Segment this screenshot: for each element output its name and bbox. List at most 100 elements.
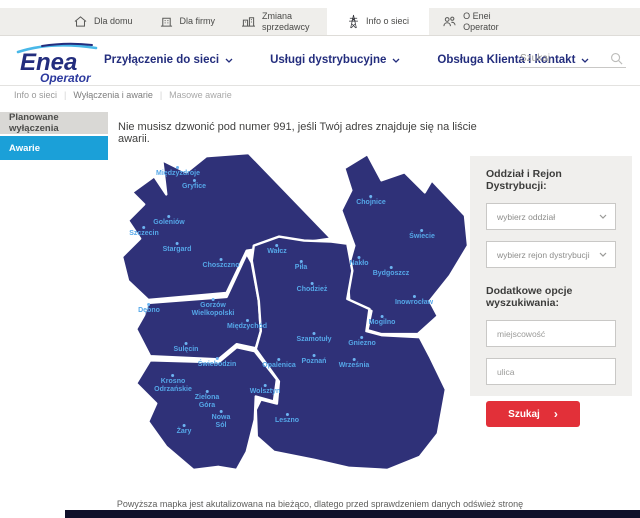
map-city-dot bbox=[312, 354, 315, 357]
map-city-dot bbox=[278, 358, 281, 361]
map-city-name: Świebodzin bbox=[198, 361, 237, 369]
map-city-label: Bydgoszcz bbox=[373, 266, 410, 278]
map-city-dot bbox=[390, 266, 393, 269]
sidebar-item-label: Awarie bbox=[9, 143, 40, 154]
map-city-name: Września bbox=[339, 362, 370, 370]
map-city-name: Szczecin bbox=[129, 230, 159, 238]
map-city-label: Mogilno bbox=[369, 315, 396, 327]
map-city-dot bbox=[413, 295, 416, 298]
map-city-dot bbox=[352, 358, 355, 361]
map-city-name: Bydgoszcz bbox=[373, 270, 410, 278]
map-city-name: Świecie bbox=[409, 233, 435, 241]
map-city-label: Poznań bbox=[302, 354, 327, 366]
select-oddzial-value: wybierz oddział bbox=[497, 212, 555, 222]
notice-text: Nie musisz dzwonić pod numer 991, jeśli … bbox=[118, 121, 478, 145]
map-city-label: Świebodzin bbox=[198, 357, 237, 369]
map-city-name: Opalenica bbox=[262, 362, 295, 370]
nav-label: Przyłączenie do sieci bbox=[104, 54, 219, 66]
search-icon[interactable] bbox=[610, 52, 623, 65]
outage-map: MiędzyzdrojeGryficeGoleniówSzczecinStarg… bbox=[118, 150, 470, 472]
select-rejon-value: wybierz rejon dystrybucji bbox=[497, 250, 590, 260]
map-city-dot bbox=[275, 244, 278, 247]
map-city-dot bbox=[142, 226, 145, 229]
map-city-dot bbox=[380, 315, 383, 318]
map-city-label: Dębno bbox=[138, 303, 160, 315]
pylon-icon bbox=[347, 14, 360, 29]
page: Dla domu Dla firmy Zmiana sprzedawcy Inf… bbox=[0, 0, 640, 518]
map-city-name: Piła bbox=[295, 264, 307, 272]
szukaj-button[interactable]: Szukaj › bbox=[486, 401, 580, 427]
map-city-dot bbox=[211, 298, 214, 301]
nav-uslugi[interactable]: Usługi dystrybucyjne bbox=[270, 54, 400, 66]
chevron-down-icon bbox=[599, 214, 607, 219]
map-city-name: Choszczno bbox=[203, 262, 240, 270]
tab-zmiana-sprzedawcy[interactable]: Zmiana sprzedawcy bbox=[228, 8, 327, 35]
map-city-label: Gorzów Wielkopolski bbox=[192, 298, 235, 318]
map-city-dot bbox=[361, 336, 364, 339]
map-city-label: Gniezno bbox=[348, 336, 376, 348]
map-city-dot bbox=[182, 424, 185, 427]
building-icon bbox=[159, 15, 174, 28]
city-field[interactable] bbox=[486, 320, 616, 347]
tab-dla-firmy[interactable]: Dla firmy bbox=[146, 8, 229, 35]
map-city-dot bbox=[168, 215, 171, 218]
panel-section-title-dodatkowe: Dodatkowe opcje wyszukiwania: bbox=[486, 285, 616, 309]
map-city-dot bbox=[216, 357, 219, 360]
map-city-dot bbox=[193, 179, 196, 182]
map-city-label: Chodzież bbox=[297, 282, 328, 294]
breadcrumb-info-o-sieci[interactable]: Info o sieci bbox=[14, 90, 57, 100]
street-field[interactable] bbox=[486, 358, 616, 385]
tab-info-o-sieci[interactable]: Info o sieci bbox=[327, 8, 429, 35]
search-input[interactable] bbox=[520, 50, 610, 67]
map-city-dot bbox=[263, 384, 266, 387]
map-city-label: Międzychód bbox=[227, 319, 267, 331]
home-icon bbox=[73, 15, 88, 28]
tab-label: Zmiana sprzedawcy bbox=[262, 11, 314, 32]
map-city-name: Wałcz bbox=[267, 248, 287, 256]
sidebar-item-awarie[interactable]: Awarie bbox=[0, 136, 108, 160]
map-city-dot bbox=[219, 258, 222, 261]
map-city-name: Międzychód bbox=[227, 323, 267, 331]
nav-przylaczenie[interactable]: Przyłączenie do sieci bbox=[104, 54, 233, 66]
map-city-dot bbox=[148, 303, 151, 306]
search-panel: Oddział i Rejon Dystrybucji: wybierz odd… bbox=[470, 156, 632, 396]
map-city-dot bbox=[205, 390, 208, 393]
map-city-name: Żary bbox=[177, 428, 192, 436]
chevron-down-icon bbox=[599, 252, 607, 257]
footer-bar bbox=[65, 510, 640, 518]
map-city-dot bbox=[246, 319, 249, 322]
sidebar-item-planowane-wylaczenia[interactable]: Planowane wyłączenia bbox=[0, 112, 108, 134]
szukaj-button-label: Szukaj bbox=[508, 409, 540, 420]
tab-dla-domu[interactable]: Dla domu bbox=[60, 8, 146, 35]
tab-label: Info o sieci bbox=[366, 16, 409, 26]
map-city-name: Chojnice bbox=[356, 199, 386, 207]
map-city-label: Wolsztyn bbox=[250, 384, 281, 396]
select-oddzial[interactable]: wybierz oddział bbox=[486, 203, 616, 230]
select-rejon[interactable]: wybierz rejon dystrybucji bbox=[486, 241, 616, 268]
map-city-name: Zielona Góra bbox=[195, 394, 220, 410]
map-city-name: Leszno bbox=[275, 417, 299, 425]
map-city-dot bbox=[176, 166, 179, 169]
map-city-name: Stargard bbox=[163, 246, 192, 254]
map-city-label: Września bbox=[339, 358, 370, 370]
map-city-name: Chodzież bbox=[297, 286, 328, 294]
map-city-dot bbox=[310, 282, 313, 285]
map-city-label: Szczecin bbox=[129, 226, 159, 238]
arrow-right-icon: › bbox=[554, 408, 558, 420]
breadcrumb-separator: | bbox=[64, 90, 66, 100]
map-city-name: Poznań bbox=[302, 358, 327, 366]
people-icon bbox=[442, 15, 457, 28]
tab-label: O Enei Operator bbox=[463, 11, 515, 32]
sidebar: Planowane wyłączenia Awarie bbox=[0, 112, 108, 160]
map-city-name: Międzyzdroje bbox=[156, 170, 200, 178]
map-city-label: Zielona Góra bbox=[195, 390, 220, 410]
breadcrumb-wylaczenia[interactable]: Wyłączenia i awarie bbox=[73, 90, 152, 100]
tab-o-enei-operator[interactable]: O Enei Operator bbox=[429, 8, 528, 35]
main-nav: Przyłączenie do sieci Usługi dystrybucyj… bbox=[104, 54, 589, 66]
map-city-label: Nakło bbox=[349, 256, 368, 268]
map-city-label: Stargard bbox=[163, 242, 192, 254]
enea-logo[interactable]: Enea Operator bbox=[12, 39, 104, 90]
map-city-label: Leszno bbox=[275, 413, 299, 425]
tab-label: Dla domu bbox=[94, 16, 133, 26]
map-city-name: Mogilno bbox=[369, 319, 396, 327]
